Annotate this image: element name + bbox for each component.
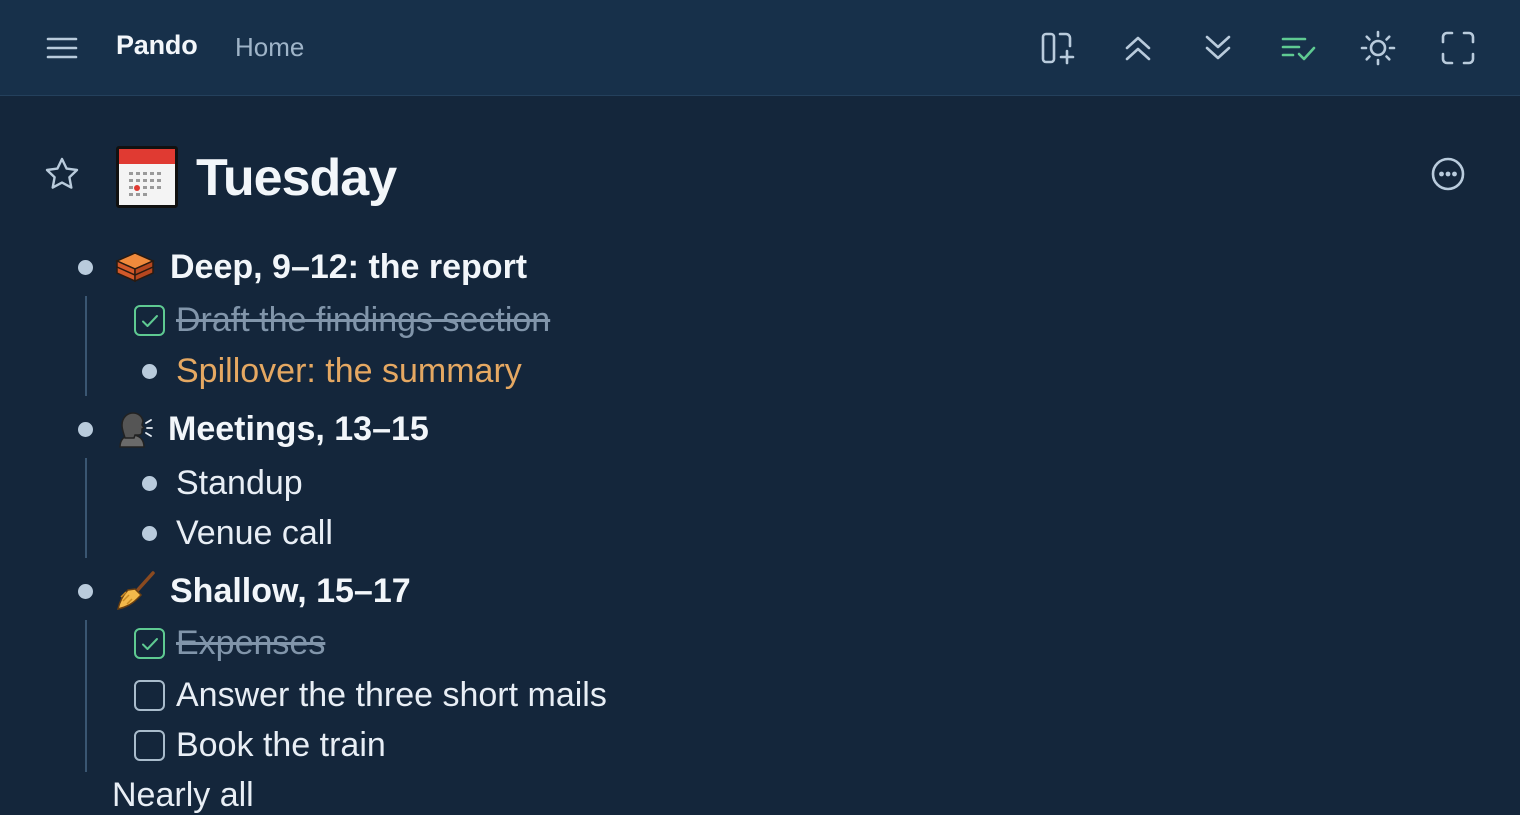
checklist-icon [1281, 37, 1316, 61]
more-icon [1431, 157, 1465, 191]
toggle-completed-button[interactable] [1277, 26, 1321, 70]
expand-all-icon [1205, 35, 1231, 60]
indent-guide [85, 296, 87, 396]
list-item-label: Standup [176, 464, 303, 502]
todo-label: Answer the three short mails [176, 676, 607, 714]
outline-heading-deep[interactable]: Deep, 9–12: the report [78, 246, 527, 288]
menu-icon [46, 37, 78, 59]
bullet[interactable] [142, 364, 157, 379]
theme-icon [1360, 30, 1396, 66]
outline-heading-label: Shallow, 15–17 [170, 571, 411, 610]
check-icon [141, 637, 158, 650]
outline-heading-label: Deep, 9–12: the report [170, 247, 528, 286]
bullet[interactable] [78, 583, 93, 599]
list-item[interactable]: Standup [142, 464, 303, 503]
collapse-all-button[interactable] [1116, 26, 1160, 70]
todo-item[interactable]: Book the train [134, 726, 386, 765]
collapse-all-icon [1125, 36, 1151, 61]
theme-toggle-button[interactable] [1356, 26, 1400, 70]
bricks-icon [114, 246, 156, 288]
todo-label: Draft the findings section [176, 301, 551, 339]
top-bar: Pando Home [0, 0, 1520, 96]
checkbox-checked[interactable] [134, 305, 165, 336]
page-title[interactable]: Tuesday [196, 148, 397, 208]
todo-label: Book the train [176, 726, 386, 764]
todo-item[interactable]: Draft the findings section [134, 301, 550, 340]
indent-guide [85, 458, 87, 558]
partial-next-item[interactable]: Nearly all [112, 776, 254, 815]
checkbox-unchecked[interactable] [134, 680, 165, 711]
page-header: Tuesday [0, 146, 1520, 216]
list-item[interactable]: Venue call [142, 514, 333, 553]
indent-guide [85, 620, 87, 772]
outline-heading-shallow[interactable]: Shallow, 15–17 [78, 570, 411, 612]
fullscreen-icon [1441, 31, 1475, 65]
outline-heading-label: Meetings, 13–15 [168, 409, 429, 448]
fullscreen-button[interactable] [1436, 26, 1480, 70]
todo-label: Expenses [176, 624, 326, 662]
bullet[interactable] [142, 476, 157, 491]
list-item[interactable]: Spillover: the summary [142, 352, 522, 391]
list-item-label: Spillover: the summary [176, 352, 522, 390]
breadcrumb-home[interactable]: Home [235, 32, 304, 63]
outline-heading-meetings[interactable]: Meetings, 13–15 [78, 408, 429, 450]
bullet[interactable] [78, 421, 93, 437]
check-icon [141, 314, 158, 327]
todo-item[interactable]: Answer the three short mails [134, 676, 607, 715]
checkbox-unchecked[interactable] [134, 730, 165, 761]
menu-button[interactable] [40, 26, 84, 70]
more-options-button[interactable] [1426, 152, 1470, 196]
expand-all-button[interactable] [1196, 26, 1240, 70]
checkbox-checked[interactable] [134, 628, 165, 659]
add-panel-button[interactable] [1036, 26, 1080, 70]
list-item-label: Venue call [176, 514, 333, 552]
bullet[interactable] [142, 526, 157, 541]
app-name[interactable]: Pando [116, 30, 198, 61]
star-icon [45, 157, 79, 189]
add-panel-icon [1041, 32, 1075, 65]
broom-icon [114, 570, 156, 612]
bullet[interactable] [78, 259, 93, 275]
speaking-head-icon [113, 408, 155, 450]
favorite-button[interactable] [40, 152, 84, 196]
calendar-icon [116, 146, 178, 208]
document-area: Tuesday Deep, 9–12: the report Draft the… [0, 96, 1520, 814]
todo-item[interactable]: Expenses [134, 624, 325, 663]
